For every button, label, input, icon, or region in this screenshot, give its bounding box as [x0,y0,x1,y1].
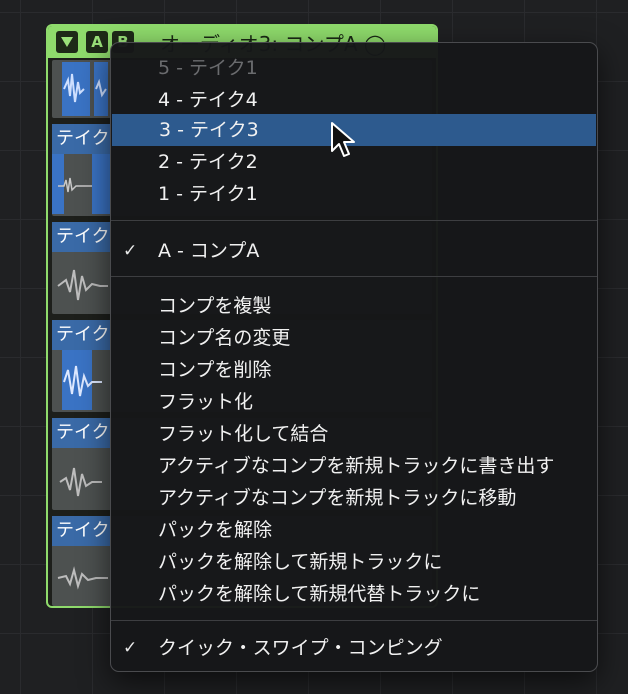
waveform-icon [59,467,102,497]
mouse-pointer-icon [331,122,355,157]
menu-item-label: クイック・スワイプ・コンピング [158,637,443,659]
menu-item-take-1[interactable]: 1 - テイク1 [111,178,597,210]
waveform-icon [63,365,102,397]
menu-item-move-active-comp[interactable]: アクティブなコンプを新規トラックに移動 [111,482,597,514]
menu-item-unpack-new-tracks[interactable]: パックを解除して新規トラックに [111,546,597,578]
waveform-icon [57,269,108,301]
menu-item-duplicate-comp[interactable]: コンプを複製 [111,290,597,322]
menu-separator [111,220,597,221]
menu-item-unpack-new-alt-tracks[interactable]: パックを解除して新規代替トラックに [111,578,597,610]
menu-item-take-4[interactable]: 4 - テイク4 [111,84,597,116]
disclosure-triangle-button[interactable] [56,31,78,53]
menu-item-unpack[interactable]: パックを解除 [111,514,597,546]
menu-item-comp-a[interactable]: ✓ A - コンプA [111,235,597,267]
menu-item-quick-swipe-comping[interactable]: ✓ クイック・スワイプ・コンピング [111,632,597,664]
waveform-icon [63,73,107,103]
menu-item-take-5: 5 - テイク1 [158,57,258,79]
menu-item-flatten[interactable]: フラット化 [111,386,597,418]
menu-item-flatten-merge[interactable]: フラット化して結合 [111,418,597,450]
menu-item-label: A - コンプA [158,240,260,262]
menu-item-delete-comp[interactable]: コンプを削除 [111,354,597,386]
waveform-icon [57,566,108,590]
menu-separator [111,620,597,621]
menu-item-rename-comp[interactable]: コンプ名の変更 [111,322,597,354]
menu-item-export-active-comp[interactable]: アクティブなコンプを新規トラックに書き出す [111,450,597,482]
menu-separator [111,276,597,277]
comp-a-button[interactable]: A [86,31,108,53]
waveform-icon [58,177,92,193]
checkmark-icon: ✓ [123,638,138,658]
checkmark-icon: ✓ [123,241,138,261]
triangle-down-icon [61,37,73,47]
